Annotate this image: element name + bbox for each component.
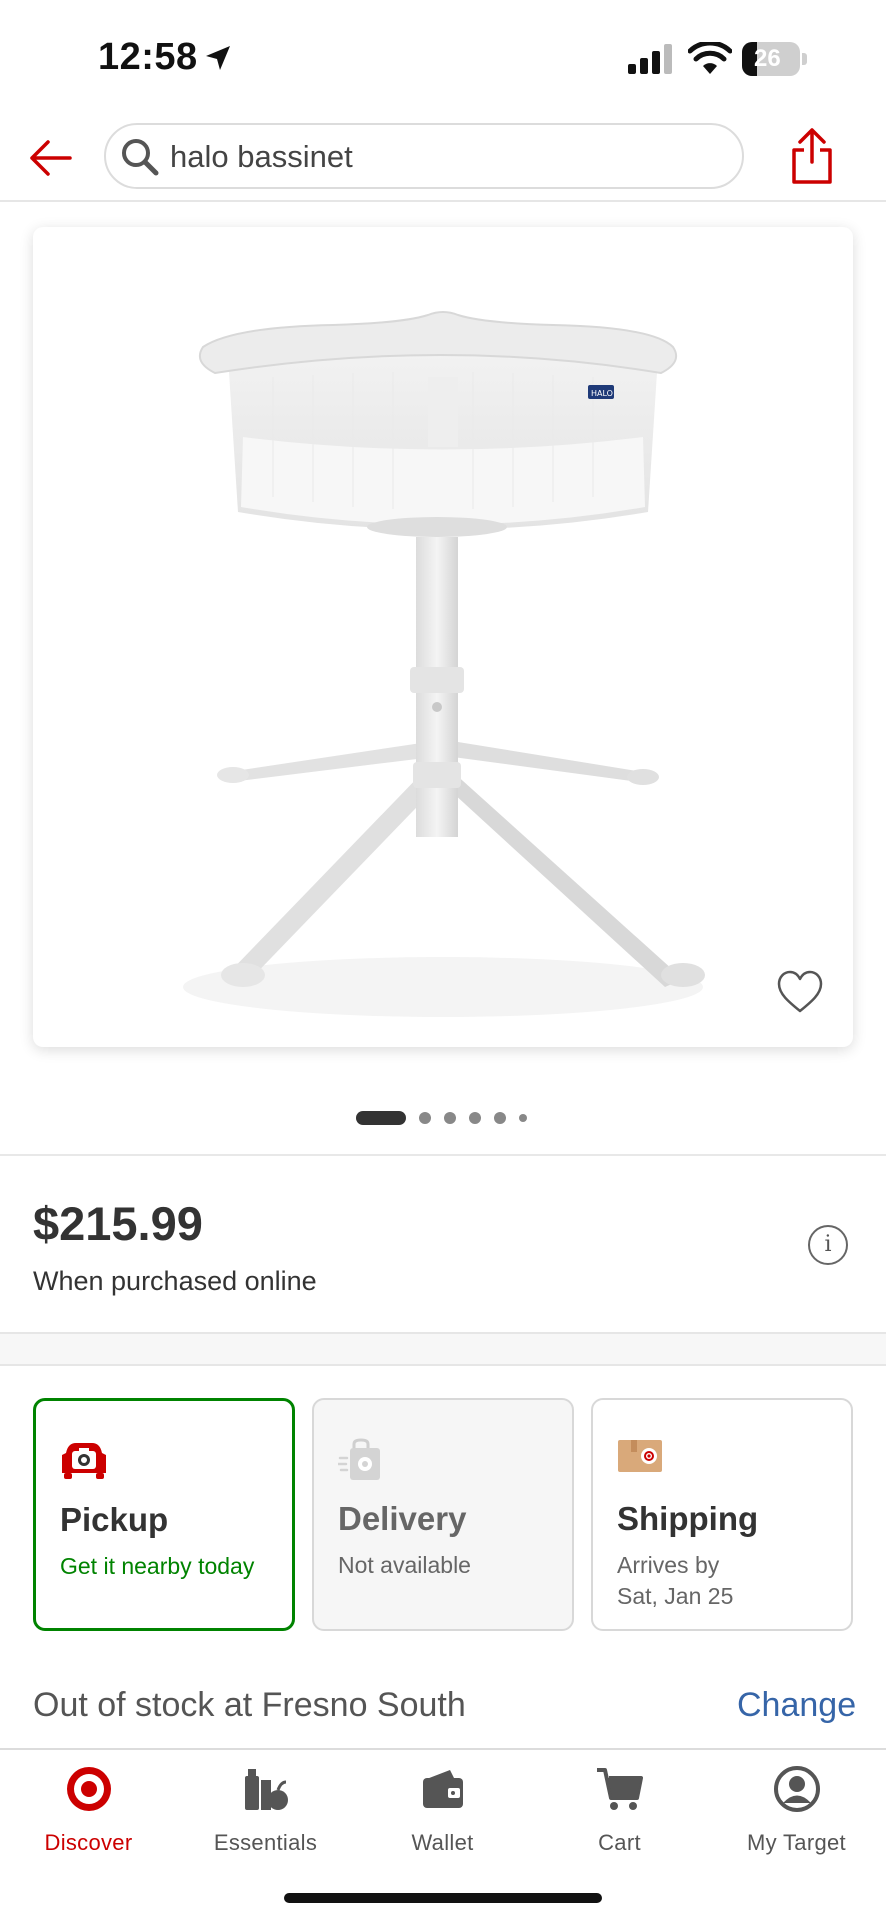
product-price: $215.99 xyxy=(33,1197,203,1250)
wallet-icon xyxy=(423,1770,463,1808)
nav-item-essentials[interactable]: Essentials xyxy=(177,1750,354,1860)
nav-label: Wallet xyxy=(411,1830,474,1855)
divider xyxy=(0,1154,886,1156)
search-icon xyxy=(122,139,159,176)
carousel-dot-active[interactable] xyxy=(356,1111,406,1125)
carousel-dot[interactable] xyxy=(469,1112,481,1124)
wifi-icon xyxy=(688,42,732,74)
status-time: 12:58 xyxy=(98,36,198,78)
delivery-subtitle: Not available xyxy=(338,1552,471,1578)
battery-indicator: 26 xyxy=(742,42,807,76)
carousel-dot[interactable] xyxy=(419,1112,431,1124)
search-query: halo bassinet xyxy=(170,139,353,174)
header-bar: halo bassinet xyxy=(0,118,886,202)
status-bar: 12:58 26 xyxy=(0,0,886,118)
shipping-subtitle-line2: Sat, Jan 25 xyxy=(617,1583,734,1609)
shipping-subtitle: Arrives by Sat, Jan 25 xyxy=(617,1550,733,1612)
nav-label: Cart xyxy=(598,1830,641,1855)
carousel-dot[interactable] xyxy=(444,1112,456,1124)
back-arrow-icon[interactable] xyxy=(24,132,76,184)
section-separator xyxy=(0,1332,886,1366)
nav-item-wallet[interactable]: Wallet xyxy=(354,1750,531,1860)
carousel-dot[interactable] xyxy=(494,1112,506,1124)
change-store-link[interactable]: Change xyxy=(737,1686,856,1725)
svg-text:HALO: HALO xyxy=(591,389,613,398)
cellular-signal-icon xyxy=(628,44,672,74)
price-note: When purchased online xyxy=(33,1266,317,1296)
fulfillment-option-delivery[interactable]: Delivery Not available xyxy=(312,1398,574,1631)
carousel-dot[interactable] xyxy=(519,1114,527,1122)
delivery-bag-icon xyxy=(338,1438,380,1480)
nav-item-discover[interactable]: Discover xyxy=(0,1750,177,1860)
stock-status: Out of stock at Fresno South xyxy=(33,1686,466,1724)
battery-percent: 26 xyxy=(754,45,781,72)
pickup-title: Pickup xyxy=(60,1501,169,1538)
shipping-box-icon xyxy=(618,1440,662,1472)
location-arrow-icon xyxy=(206,46,230,70)
account-icon xyxy=(774,1766,820,1812)
shipping-title: Shipping xyxy=(617,1500,759,1537)
search-input[interactable]: halo bassinet xyxy=(104,123,744,189)
cart-icon xyxy=(597,1768,643,1810)
bassinet-product-image: HALO xyxy=(183,311,705,1017)
nav-label: My Target xyxy=(747,1830,846,1855)
essentials-icon xyxy=(245,1769,288,1810)
nav-label: Essentials xyxy=(213,1830,318,1855)
pickup-car-icon xyxy=(62,1443,106,1479)
heart-icon[interactable] xyxy=(775,969,825,1015)
nav-label: Discover xyxy=(44,1830,133,1855)
pickup-subtitle: Get it nearby today xyxy=(60,1553,255,1579)
info-icon[interactable]: i xyxy=(808,1225,848,1265)
share-icon[interactable] xyxy=(786,126,838,186)
target-bullseye-icon xyxy=(67,1767,111,1811)
nav-item-cart[interactable]: Cart xyxy=(531,1750,708,1860)
product-image-card[interactable]: HALO xyxy=(33,227,853,1047)
shipping-subtitle-line1: Arrives by xyxy=(617,1552,720,1578)
home-indicator xyxy=(284,1893,602,1903)
image-carousel-indicator[interactable] xyxy=(356,1110,527,1126)
fulfillment-option-shipping[interactable]: Shipping Arrives by Sat, Jan 25 xyxy=(591,1398,853,1631)
nav-item-my-target[interactable]: My Target xyxy=(708,1750,885,1860)
delivery-title: Delivery xyxy=(338,1500,467,1537)
fulfillment-option-pickup[interactable]: Pickup Get it nearby today xyxy=(33,1398,295,1631)
